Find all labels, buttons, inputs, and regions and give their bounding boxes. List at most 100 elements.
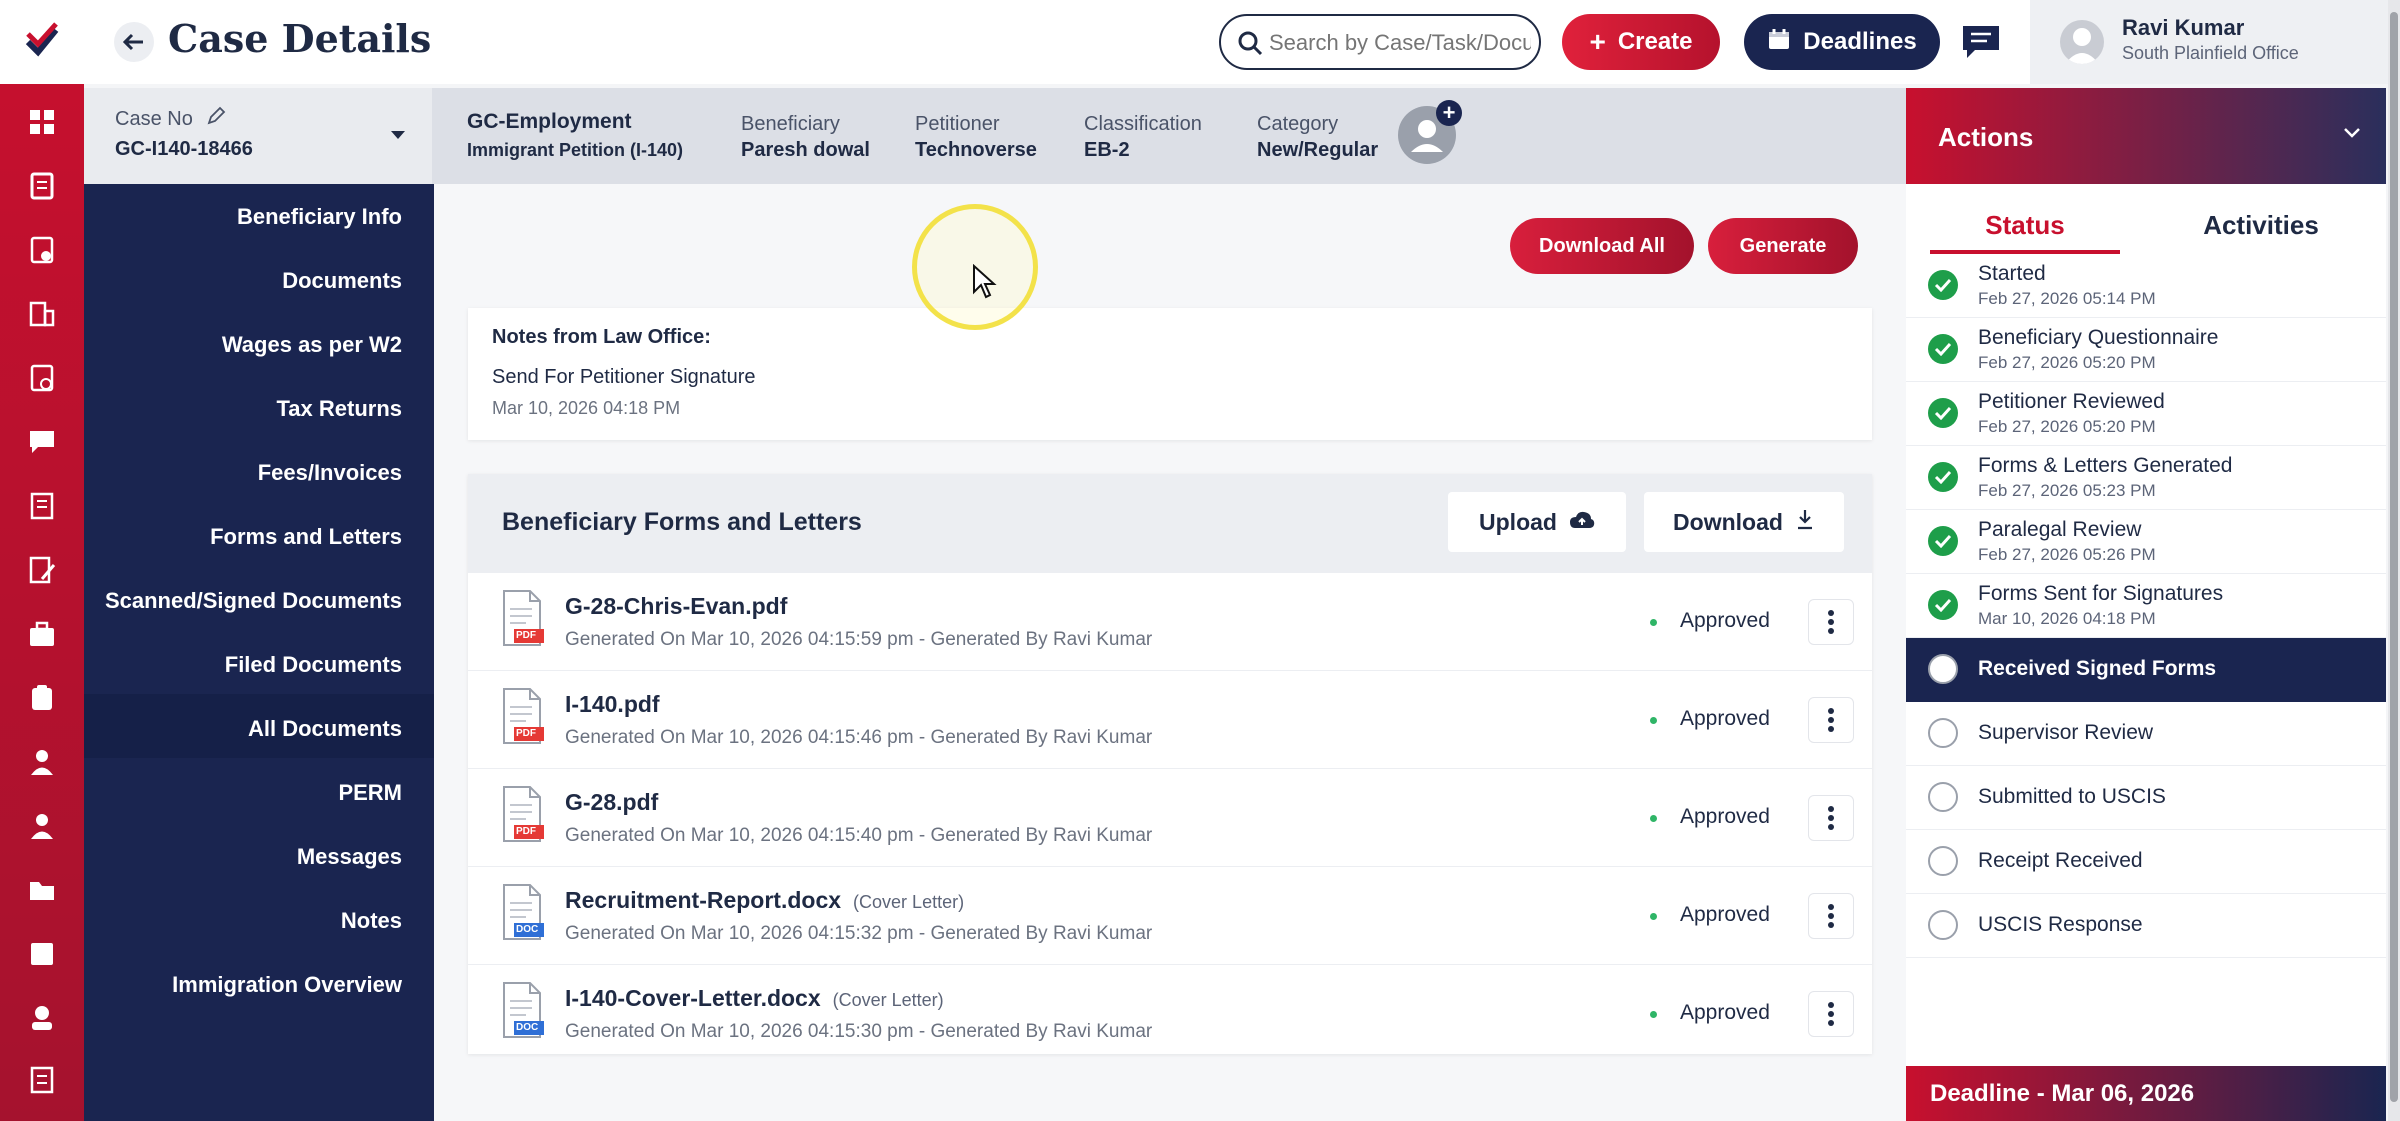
upload-button[interactable]: Upload	[1448, 492, 1626, 552]
check-icon	[1928, 590, 1958, 620]
status-step[interactable]: Receipt Received	[1906, 830, 2386, 894]
beneficiary-label: Beneficiary	[741, 113, 840, 135]
briefcase-icon[interactable]	[22, 614, 62, 654]
notes-date: Mar 10, 2026 04:18 PM	[492, 398, 681, 418]
file-name-line[interactable]: G-28.pdf	[565, 789, 670, 816]
step-date: Feb 27, 2026 05:26 PM	[1978, 545, 2156, 564]
case-no-value: GC-I140-18466	[115, 138, 253, 160]
file-tag: (Cover Letter)	[832, 990, 944, 1010]
generate-button[interactable]: Generate	[1708, 218, 1858, 274]
table-row[interactable]: DOC Recruitment-Report.docx (Cover Letter)…	[468, 866, 1872, 964]
tab-activities[interactable]: Activities	[2156, 198, 2366, 254]
check-icon	[1928, 526, 1958, 556]
nav-beneficiary-info[interactable]: Beneficiary Info	[237, 204, 402, 230]
status-step[interactable]: Petitioner Reviewed Feb 27, 2026 05:20 PM	[1906, 382, 2386, 446]
status-step[interactable]: Forms & Letters Generated Feb 27, 2026 05…	[1906, 446, 2386, 510]
case-dropdown-icon[interactable]	[390, 128, 406, 146]
search-icon	[1237, 30, 1263, 61]
user-menu[interactable]: Ravi Kumar South Plainfield Office	[2030, 0, 2400, 84]
back-arrow-icon[interactable]	[114, 22, 154, 62]
file-name-line[interactable]: I-140-Cover-Letter.docx (Cover Letter)	[565, 985, 944, 1012]
dashboard-icon[interactable]	[22, 102, 62, 142]
kebab-icon[interactable]	[1808, 893, 1854, 939]
nav-documents[interactable]: Documents	[282, 268, 402, 294]
deadlines-button[interactable]: Deadlines	[1744, 14, 1940, 70]
table-row[interactable]: PDF I-140.pdf Generated On Mar 10, 2026 04…	[468, 670, 1872, 768]
step-name: Supervisor Review	[1978, 721, 2154, 744]
kebab-icon[interactable]	[1808, 991, 1854, 1037]
file-name-line[interactable]: Recruitment-Report.docx (Cover Letter)	[565, 887, 964, 914]
tab-status[interactable]: Status	[1930, 198, 2120, 254]
file-type-badge: PDF	[516, 630, 536, 641]
table-row[interactable]: DOC I-140-Cover-Letter.docx (Cover Letter)…	[468, 964, 1872, 1062]
edit-icon[interactable]	[206, 106, 226, 131]
nav-messages[interactable]: Messages	[297, 844, 402, 870]
status-step[interactable]: Received Signed Forms	[1906, 638, 2386, 702]
chat-icon[interactable]	[1961, 24, 2001, 60]
actions-header[interactable]: Actions	[1906, 88, 2386, 184]
calendar-icon	[1767, 27, 1791, 58]
kebab-icon[interactable]	[1808, 599, 1854, 645]
create-label: Create	[1617, 28, 1693, 55]
folder-icon[interactable]	[22, 870, 62, 910]
file-name-line[interactable]: I-140.pdf	[565, 691, 672, 718]
download-button[interactable]: Download	[1644, 492, 1844, 552]
status-dot-icon	[1650, 619, 1657, 626]
kebab-icon[interactable]	[1808, 795, 1854, 841]
petitioner-label: Petitioner	[915, 113, 1000, 135]
deadline-banner: Deadline - Mar 06, 2026	[1906, 1066, 2386, 1121]
nav-filed-documents[interactable]: Filed Documents	[225, 652, 402, 678]
table-row[interactable]: PDF G-28-Chris-Evan.pdf Generated On Mar 1…	[468, 572, 1872, 670]
status-step[interactable]: USCIS Response	[1906, 894, 2386, 958]
user-badge-icon[interactable]	[22, 998, 62, 1038]
document-check-icon[interactable]	[22, 230, 62, 270]
nav-all-documents[interactable]: All Documents	[248, 716, 402, 742]
clipboard-icon[interactable]	[22, 678, 62, 718]
step-date: Feb 27, 2026 05:14 PM	[1978, 289, 2156, 308]
search-box[interactable]	[1219, 14, 1541, 70]
chevron-down-icon[interactable]	[2342, 126, 2362, 145]
nav-perm[interactable]: PERM	[338, 780, 402, 806]
case-number-selector[interactable]: Case No GC-I140-18466	[84, 88, 432, 184]
step-name: Received Signed Forms	[1978, 657, 2217, 680]
file-name-line[interactable]: G-28-Chris-Evan.pdf	[565, 593, 799, 620]
file-meta: Generated On Mar 10, 2026 04:15:32 pm - …	[565, 923, 1153, 944]
nav-notes[interactable]: Notes	[341, 908, 402, 934]
search-input[interactable]	[1269, 28, 1531, 58]
person-icon[interactable]	[22, 742, 62, 782]
status-step[interactable]: Submitted to USCIS	[1906, 766, 2386, 830]
download-all-button[interactable]: Download All	[1510, 218, 1694, 274]
nav-forms-letters[interactable]: Forms and Letters	[210, 524, 402, 550]
download-icon	[1795, 508, 1815, 536]
status-step[interactable]: Forms Sent for Signatures Mar 10, 2026 04…	[1906, 574, 2386, 638]
nav-fees-invoices[interactable]: Fees/Invoices	[258, 460, 402, 486]
scrollbar-thumb[interactable]	[2390, 12, 2398, 1102]
add-assignee-icon[interactable]: +	[1436, 100, 1462, 126]
note-icon[interactable]	[22, 934, 62, 974]
nav-tax-returns[interactable]: Tax Returns	[276, 396, 402, 422]
status-step[interactable]: Paralegal Review Feb 27, 2026 05:26 PM	[1906, 510, 2386, 574]
status-step[interactable]: Supervisor Review	[1906, 702, 2386, 766]
kebab-icon[interactable]	[1808, 697, 1854, 743]
nav-wages-w2[interactable]: Wages as per W2	[222, 332, 402, 358]
status-step[interactable]: Started Feb 27, 2026 05:14 PM	[1906, 254, 2386, 318]
table-row[interactable]: PDF G-28.pdf Generated On Mar 10, 2026 04:…	[468, 768, 1872, 866]
building-icon[interactable]	[22, 294, 62, 334]
petitioner-value: Technoverse	[915, 139, 1037, 161]
book-icon[interactable]	[22, 486, 62, 526]
form-icon[interactable]	[22, 358, 62, 398]
status-step[interactable]: Beneficiary Questionnaire Feb 27, 2026 05…	[1906, 318, 2386, 382]
nav-immigration-overview[interactable]: Immigration Overview	[172, 972, 402, 998]
message-icon[interactable]	[22, 422, 62, 462]
nav-scanned-signed[interactable]: Scanned/Signed Documents	[105, 588, 402, 614]
case-no-label: Case No	[115, 108, 193, 130]
edit-document-icon[interactable]	[22, 550, 62, 590]
create-button[interactable]: + Create	[1562, 14, 1720, 70]
person-tie-icon[interactable]	[22, 806, 62, 846]
logo-icon[interactable]	[0, 0, 84, 84]
report-icon[interactable]	[22, 1060, 62, 1100]
case-icon[interactable]	[22, 166, 62, 206]
page-title: Case Details	[168, 16, 432, 61]
user-office: South Plainfield Office	[2122, 43, 2299, 63]
pending-circle-icon	[1928, 654, 1958, 684]
